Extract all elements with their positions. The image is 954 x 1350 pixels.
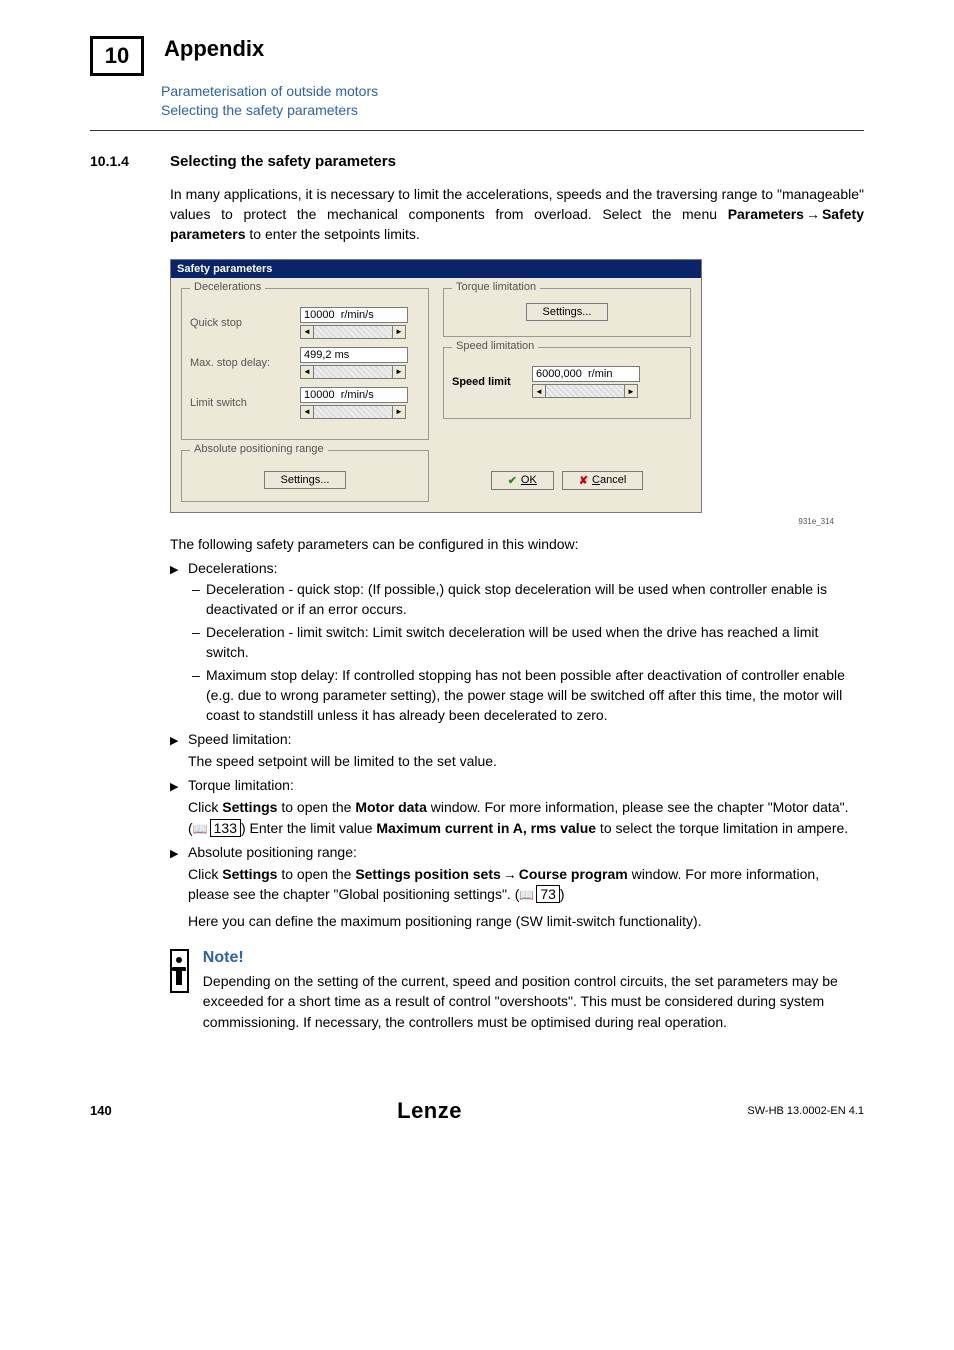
intro-paragraph: In many applications, it is necessary to… (170, 184, 864, 245)
section-title: Selecting the safety parameters (170, 153, 396, 170)
book-icon (519, 886, 536, 902)
group-torque-limitation: Torque limitation Settings... (443, 288, 691, 338)
chevron-right-icon[interactable]: ► (392, 406, 405, 418)
page-ref: 73 (536, 885, 560, 903)
dash-icon (192, 623, 206, 662)
input-speed-limit[interactable] (532, 366, 640, 382)
list-body: Click Settings to open the Motor data wi… (188, 797, 864, 838)
list-body: Here you can define the maximum position… (188, 911, 864, 931)
label-limit-switch: Limit switch (190, 397, 300, 409)
body-text: The following safety parameters can be c… (170, 534, 864, 554)
slider-quick-stop[interactable]: ◄► (300, 325, 406, 339)
list-text: Speed limitation: (188, 731, 292, 747)
list-text: Maximum stop delay: If controlled stoppi… (206, 666, 864, 725)
cancel-button[interactable]: ✘ Cancel (562, 471, 643, 490)
list-item: Torque limitation: (170, 777, 864, 793)
list-subitem: Deceleration - limit switch: Limit switc… (192, 623, 864, 662)
bullet-icon (170, 731, 188, 747)
group-title: Torque limitation (452, 281, 540, 293)
group-decelerations: Decelerations Quick stop ◄► Max. stop de… (181, 288, 429, 440)
dash-icon (192, 666, 206, 725)
input-max-stop-delay[interactable] (300, 347, 408, 363)
label-max-stop-delay: Max. stop delay: (190, 357, 300, 369)
check-icon: ✔ (508, 474, 517, 487)
bullet-icon (170, 777, 188, 793)
list-text: Torque limitation: (188, 777, 294, 793)
input-limit-switch[interactable] (300, 387, 408, 403)
chapter-subtitle-1: Parameterisation of outside motors (161, 82, 864, 101)
bullet-icon (170, 844, 188, 860)
list-text: Deceleration - limit switch: Limit switc… (206, 623, 864, 662)
ok-label: OK (521, 474, 537, 486)
list-item: Speed limitation: (170, 731, 864, 747)
arrow-icon (501, 866, 519, 882)
list-body: The speed setpoint will be limited to th… (188, 751, 864, 771)
text-bold: Parameters (728, 206, 804, 222)
info-icon (170, 949, 189, 993)
group-title: Speed limitation (452, 340, 538, 352)
safety-parameters-dialog: Safety parameters Decelerations Quick st… (170, 259, 702, 513)
ok-button[interactable]: ✔ OK (491, 471, 554, 490)
list-body: Click Settings to open the Settings posi… (188, 864, 864, 905)
bullet-icon (170, 560, 188, 576)
group-absolute-positioning: Absolute positioning range Settings... (181, 450, 429, 502)
chapter-subtitle-2: Selecting the safety parameters (161, 101, 864, 120)
chevron-left-icon[interactable]: ◄ (301, 406, 314, 418)
text: to enter the setpoints limits. (246, 226, 420, 242)
list-text: Deceleration - quick stop: (If possible,… (206, 580, 864, 619)
slider-max-stop-delay[interactable]: ◄► (300, 365, 406, 379)
label-quick-stop: Quick stop (190, 317, 300, 329)
chapter-title: Appendix (164, 36, 264, 62)
group-title: Decelerations (190, 281, 265, 293)
chevron-left-icon[interactable]: ◄ (533, 385, 546, 397)
list-item: Absolute positioning range: (170, 844, 864, 860)
doc-id: SW-HB 13.0002-EN 4.1 (747, 1105, 864, 1117)
input-quick-stop[interactable] (300, 307, 408, 323)
figure-reference: 931e_314 (90, 517, 834, 526)
group-title: Absolute positioning range (190, 443, 328, 455)
chevron-right-icon[interactable]: ► (624, 385, 637, 397)
settings-button[interactable]: Settings... (526, 303, 609, 321)
cancel-label: Cancel (592, 474, 626, 486)
dialog-title-bar: Safety parameters (171, 260, 701, 278)
chapter-number: 10 (90, 36, 144, 76)
book-icon (193, 820, 210, 836)
chevron-right-icon[interactable]: ► (392, 326, 405, 338)
slider-speed-limit[interactable]: ◄► (532, 384, 638, 398)
page-number: 140 (90, 1103, 112, 1118)
chevron-left-icon[interactable]: ◄ (301, 326, 314, 338)
arrow-icon (804, 206, 822, 222)
lenze-logo: Lenze (397, 1098, 462, 1124)
divider (90, 130, 864, 131)
section-number: 10.1.4 (90, 153, 170, 169)
list-text: Decelerations: (188, 560, 278, 576)
dash-icon (192, 580, 206, 619)
list-item: Decelerations: (170, 560, 864, 576)
page-ref: 133 (210, 819, 241, 837)
chevron-right-icon[interactable]: ► (392, 366, 405, 378)
chevron-left-icon[interactable]: ◄ (301, 366, 314, 378)
list-subitem: Maximum stop delay: If controlled stoppi… (192, 666, 864, 725)
label-speed-limit: Speed limit (452, 376, 532, 388)
slider-limit-switch[interactable]: ◄► (300, 405, 406, 419)
note-body: Depending on the setting of the current,… (203, 971, 864, 1032)
list-text: Absolute positioning range: (188, 844, 357, 860)
close-icon: ✘ (579, 474, 588, 487)
settings-button[interactable]: Settings... (264, 471, 347, 489)
group-speed-limitation: Speed limitation Speed limit ◄► (443, 347, 691, 419)
list-subitem: Deceleration - quick stop: (If possible,… (192, 580, 864, 619)
note-title: Note! (203, 949, 864, 967)
